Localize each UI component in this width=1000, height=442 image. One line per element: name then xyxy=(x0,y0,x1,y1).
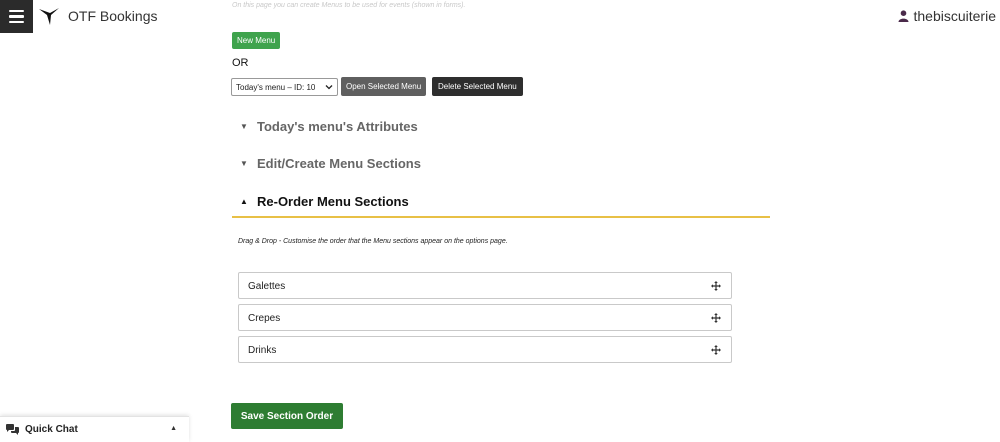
hamburger-icon xyxy=(9,9,24,13)
triangle-down-icon: ▼ xyxy=(240,159,248,168)
app-title[interactable]: OTF Bookings xyxy=(68,8,157,24)
or-label: OR xyxy=(232,57,249,69)
new-menu-button[interactable]: New Menu xyxy=(232,32,281,49)
drag-drop-note: Drag & Drop - Customise the order that t… xyxy=(238,238,508,245)
section-name: Galettes xyxy=(248,281,286,292)
top-bar: OTF Bookings thebiscuiterie xyxy=(0,0,1000,33)
triangle-up-icon: ▲ xyxy=(240,197,248,206)
accordion-sections-header[interactable]: ▼ Edit/Create Menu Sections xyxy=(240,156,421,171)
chat-bubbles-icon xyxy=(6,424,19,435)
save-section-order-button[interactable]: Save Section Order xyxy=(231,403,343,429)
user-menu[interactable]: thebiscuiterie xyxy=(898,8,997,24)
username: thebiscuiterie xyxy=(913,8,997,24)
accordion-active-underline xyxy=(232,216,770,218)
move-arrows-icon[interactable] xyxy=(711,281,721,291)
delete-selected-menu-button[interactable]: Delete Selected Menu xyxy=(432,77,523,96)
sortable-section-item[interactable]: Drinks xyxy=(238,336,732,363)
move-arrows-icon[interactable] xyxy=(711,313,721,323)
accordion-label: Today's menu's Attributes xyxy=(257,119,418,134)
caret-up-icon: ▲ xyxy=(170,425,177,432)
open-selected-menu-button[interactable]: Open Selected Menu xyxy=(341,77,427,96)
section-name: Drinks xyxy=(248,345,277,356)
hamburger-menu-button[interactable] xyxy=(0,0,33,33)
triangle-down-icon: ▼ xyxy=(240,122,248,131)
section-name: Crepes xyxy=(248,313,281,324)
menu-select-value: Today's menu – ID: 10 xyxy=(236,82,316,92)
accordion-attributes-header[interactable]: ▼ Today's menu's Attributes xyxy=(240,119,418,134)
quick-chat-bar[interactable]: Quick Chat ▲ xyxy=(0,416,189,442)
accordion-label: Edit/Create Menu Sections xyxy=(257,156,421,171)
intro-text: On this page you can create Menus to be … xyxy=(232,2,466,9)
accordion-label: Re-Order Menu Sections xyxy=(257,194,409,209)
quick-chat-label: Quick Chat xyxy=(25,424,78,435)
move-arrows-icon[interactable] xyxy=(711,345,721,355)
menu-select[interactable]: Today's menu – ID: 10 xyxy=(231,78,338,96)
accordion-reorder-header[interactable]: ▲ Re-Order Menu Sections xyxy=(240,194,409,209)
user-icon xyxy=(898,10,908,22)
sortable-section-item[interactable]: Galettes xyxy=(238,272,732,299)
sortable-section-item[interactable]: Crepes xyxy=(238,304,732,331)
chevron-down-icon xyxy=(325,85,333,90)
bird-logo-icon xyxy=(39,8,59,25)
